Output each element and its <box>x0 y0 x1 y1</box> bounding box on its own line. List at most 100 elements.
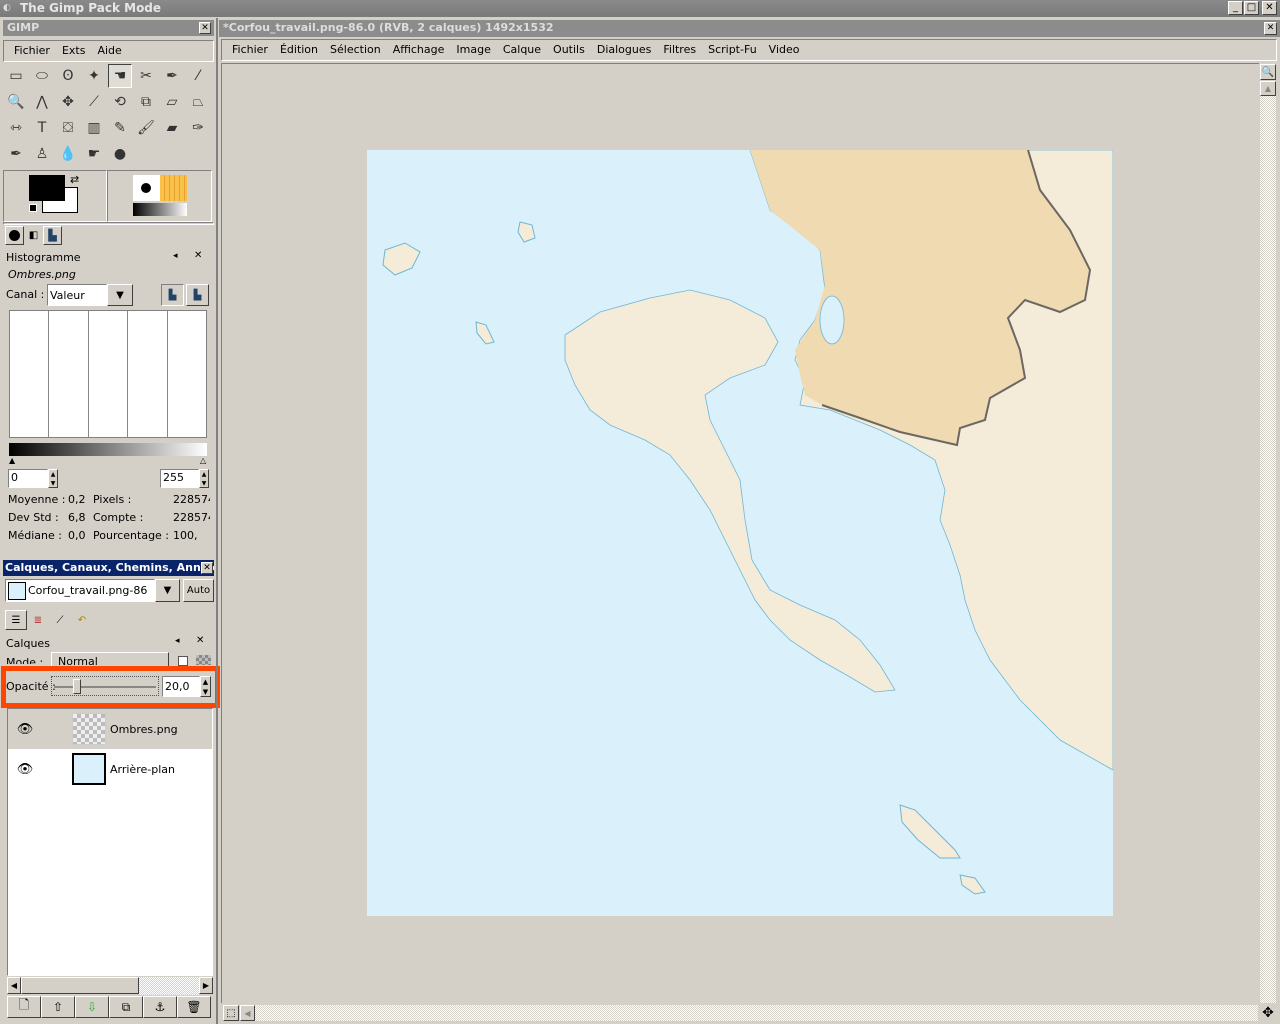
gradient-tool[interactable]: ▥ <box>82 116 106 140</box>
color-picker-tool[interactable]: ⁄ <box>186 64 210 88</box>
crop-tool[interactable]: ⟋ <box>82 90 106 114</box>
gradient-preview[interactable] <box>133 203 187 216</box>
image-select-dropdown[interactable]: ▼ <box>155 579 180 602</box>
minimize-button[interactable]: _ <box>1228 1 1243 15</box>
layers-hscrollbar[interactable]: ◀ ▶ <box>7 977 213 995</box>
range-max-input[interactable]: 255 <box>160 469 199 488</box>
duplicate-layer-button[interactable]: ⧉ <box>109 996 143 1018</box>
layer-row[interactable]: 👁 Arrière-plan <box>8 749 212 789</box>
menu-outils[interactable]: Outils <box>547 43 591 57</box>
map-canvas[interactable] <box>367 150 1113 916</box>
menu-script-fu[interactable]: Script-Fu <box>702 43 763 57</box>
scroll-left-button[interactable]: ◀ <box>7 977 21 994</box>
clone-tool[interactable]: ♙ <box>30 142 54 166</box>
tab-colors[interactable]: ◧ <box>24 226 43 245</box>
channel-select[interactable]: Valeur <box>47 284 107 306</box>
tab-undo[interactable]: ↶ <box>71 610 93 630</box>
magic-wand-tool[interactable]: ✦ <box>82 64 106 88</box>
menu-filtres[interactable]: Filtres <box>657 43 702 57</box>
quick-mask-button[interactable]: ⬚ <box>223 1005 239 1021</box>
brush-preview[interactable] <box>133 175 160 201</box>
scroll-right-button[interactable]: ▶ <box>199 977 213 994</box>
paintbrush-tool[interactable]: 🖌 <box>134 116 158 140</box>
maximize-button[interactable]: □ <box>1244 1 1259 15</box>
range-max-spinner[interactable]: ▲ ▼ <box>199 469 209 488</box>
channel-dropdown-button[interactable]: ▼ <box>107 284 133 306</box>
zoom-tool[interactable]: 🔍 <box>4 90 28 114</box>
anchor-layer-button[interactable]: ⚓ <box>143 996 177 1018</box>
ink-tool[interactable]: ✒ <box>4 142 28 166</box>
rect-select-tool[interactable]: ▭ <box>4 64 28 88</box>
range-min-input[interactable]: 0 <box>8 469 48 488</box>
layers-close-icon[interactable]: ✕ <box>196 635 204 646</box>
bucket-fill-tool[interactable]: ⛋ <box>56 116 80 140</box>
toolbox-close-button[interactable]: ✕ <box>199 22 211 34</box>
histogram-close-icon[interactable]: ✕ <box>194 250 202 261</box>
log-histogram-button[interactable]: ▙ <box>186 284 209 306</box>
menu-video[interactable]: Video <box>763 43 806 57</box>
scroll-thumb[interactable] <box>21 977 139 994</box>
menu-image[interactable]: Image <box>450 43 496 57</box>
zoom-navigate-button[interactable]: 🔍 <box>1260 64 1276 80</box>
lasso-tool[interactable]: ʘ <box>56 64 80 88</box>
menu-dialogues[interactable]: Dialogues <box>591 43 658 57</box>
paths-tool[interactable]: ✒ <box>160 64 184 88</box>
eye-icon[interactable]: 👁 <box>8 762 42 777</box>
raise-layer-button[interactable]: ⇧ <box>41 996 75 1018</box>
auto-button[interactable]: Auto <box>183 579 214 602</box>
image-close-button[interactable]: ✕ <box>1264 22 1277 35</box>
menu-selection[interactable]: Sélection <box>324 43 387 57</box>
text-tool[interactable]: T <box>30 116 54 140</box>
histogram-menu-icon[interactable]: ◂ <box>173 251 178 261</box>
layers-menu-icon[interactable]: ◂ <box>175 636 180 646</box>
scroll-left-button[interactable]: ◀ <box>240 1005 255 1021</box>
eye-icon[interactable]: 👁 <box>8 722 42 737</box>
lower-layer-button[interactable]: ⇩ <box>75 996 109 1018</box>
close-button[interactable]: ✕ <box>1262 1 1277 15</box>
flip-tool[interactable]: ⇿ <box>4 116 28 140</box>
rotate-tool[interactable]: ⟲ <box>108 90 132 114</box>
airbrush-tool[interactable]: ✑ <box>186 116 210 140</box>
menu-exts[interactable]: Exts <box>56 44 92 58</box>
scroll-up-button[interactable]: ▲ <box>1260 81 1276 96</box>
pencil-tool[interactable]: ✎ <box>108 116 132 140</box>
preserve-transparency-checkbox[interactable] <box>178 656 188 666</box>
pattern-preview[interactable] <box>160 175 187 201</box>
linear-histogram-button[interactable]: ▙ <box>161 284 184 306</box>
layer-row[interactable]: 👁 Ombres.png <box>8 709 212 749</box>
color-select-tool[interactable]: ☚ <box>108 64 132 88</box>
move-tool[interactable]: ✥ <box>56 90 80 114</box>
image-select[interactable]: Corfou_travail.png-86 <box>5 579 155 602</box>
swap-colors-icon[interactable]: ⇄ <box>70 173 79 186</box>
navigate-icon[interactable]: ✥ <box>1260 1005 1276 1021</box>
fg-color-swatch[interactable] <box>29 175 65 201</box>
menu-fichier[interactable]: Fichier <box>226 43 274 57</box>
menu-fichier[interactable]: Fichier <box>8 44 56 58</box>
menu-calque[interactable]: Calque <box>497 43 547 57</box>
scissors-tool[interactable]: ✂ <box>134 64 158 88</box>
tab-brushes[interactable] <box>5 226 24 245</box>
tab-paths[interactable]: ⟋ <box>49 610 71 630</box>
smudge-tool[interactable]: ☛ <box>82 142 106 166</box>
range-min-spinner[interactable]: ▲ ▼ <box>48 469 58 488</box>
tab-channels[interactable]: ≣ <box>27 610 49 630</box>
menu-aide[interactable]: Aide <box>91 44 127 58</box>
delete-layer-button[interactable]: 🗑 <box>177 996 211 1018</box>
menu-edition[interactable]: Édition <box>274 43 324 57</box>
ellipse-select-tool[interactable]: ⬭ <box>30 64 54 88</box>
scale-tool[interactable]: ⧉ <box>134 90 158 114</box>
range-min-handle[interactable]: ▲ <box>9 456 15 465</box>
reset-colors-icon[interactable] <box>29 204 37 212</box>
vertical-scrollbar[interactable]: ▲ <box>1260 81 1276 1003</box>
tab-layers[interactable]: ☰ <box>5 610 27 630</box>
tab-histogram[interactable]: ▙ <box>43 226 62 245</box>
perspective-tool[interactable]: ⏢ <box>186 90 210 114</box>
blur-tool[interactable]: 💧 <box>56 142 80 166</box>
layers-dock-close-button[interactable]: ✕ <box>201 562 213 574</box>
horizontal-scrollbar[interactable]: ◀ <box>240 1005 1258 1021</box>
range-max-handle[interactable]: △ <box>200 456 206 465</box>
new-layer-button[interactable]: 🗋 <box>7 996 41 1018</box>
dodge-burn-tool[interactable]: ● <box>108 142 132 166</box>
measure-tool[interactable]: ⋀ <box>30 90 54 114</box>
shear-tool[interactable]: ▱ <box>160 90 184 114</box>
